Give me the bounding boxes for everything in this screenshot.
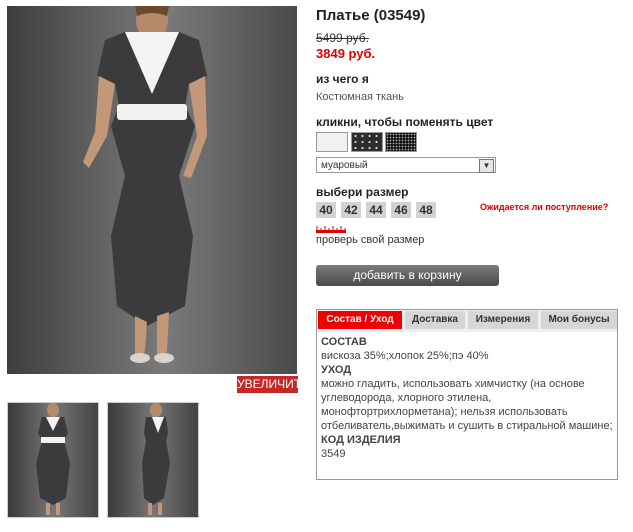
tab-composition-care[interactable]: Состав / Уход	[318, 311, 402, 329]
color-label: кликни, чтобы поменять цвет	[316, 115, 494, 129]
care-heading: УХОД	[321, 364, 352, 376]
care-text: можно гладить, использовать химчистку (н…	[321, 378, 613, 432]
thumbnail-front-image	[36, 403, 70, 515]
tab-bar: Состав / Уход Доставка Измерения Мои бон…	[317, 310, 617, 332]
add-to-cart-button[interactable]: добавить в корзину	[316, 265, 499, 286]
color-select-value: муаровый	[321, 160, 368, 171]
tab-delivery[interactable]: Доставка	[405, 311, 465, 329]
product-title: Платье (03549)	[316, 7, 426, 24]
tab-measurements[interactable]: Измерения	[468, 311, 538, 329]
ruler-icon	[316, 226, 346, 233]
material-value: Костюмная ткань	[316, 91, 404, 103]
zoom-button[interactable]: УВЕЛИЧИТЬ	[237, 376, 309, 393]
tab-my-bonuses[interactable]: Мои бонусы	[541, 311, 617, 329]
product-code-heading: КОД ИЗДЕЛИЯ	[321, 434, 401, 446]
check-size-link[interactable]: проверь свой размер	[316, 234, 424, 246]
material-label: из чего я	[316, 72, 369, 86]
color-swatch-black-speckle[interactable]	[385, 132, 417, 152]
sale-price: 3849 руб.	[316, 46, 376, 61]
product-code: 3549	[321, 448, 346, 460]
color-swatch-white[interactable]	[316, 132, 348, 152]
availability-link[interactable]: Ожидается ли поступление?	[480, 202, 608, 212]
thumbnail-front[interactable]	[7, 402, 99, 518]
thumbnail-side[interactable]	[107, 402, 199, 518]
size-option-44[interactable]: 44	[366, 202, 386, 218]
composition-text: вискоза 35%;хлопок 25%;пэ 40%	[321, 350, 489, 362]
thumbnail-side-image	[142, 403, 170, 515]
size-option-40[interactable]: 40	[316, 202, 336, 218]
composition-heading: СОСТАВ	[321, 336, 367, 348]
size-option-48[interactable]: 48	[416, 202, 436, 218]
tab-content: СОСТАВ вискоза 35%;хлопок 25%;пэ 40% УХО…	[321, 335, 613, 461]
product-info-tabs: Состав / Уход Доставка Измерения Мои бон…	[316, 309, 618, 480]
product-main-photo[interactable]	[7, 6, 297, 374]
color-select[interactable]: муаровый ▼	[316, 157, 496, 173]
old-price: 5499 руб.	[316, 31, 369, 45]
color-swatch-dotted-gray[interactable]	[351, 132, 383, 152]
size-option-42[interactable]: 42	[341, 202, 361, 218]
chevron-down-icon[interactable]: ▼	[479, 159, 494, 173]
size-label: выбери размер	[316, 185, 409, 199]
size-option-46[interactable]: 46	[391, 202, 411, 218]
dress-model-illustration	[83, 6, 207, 363]
